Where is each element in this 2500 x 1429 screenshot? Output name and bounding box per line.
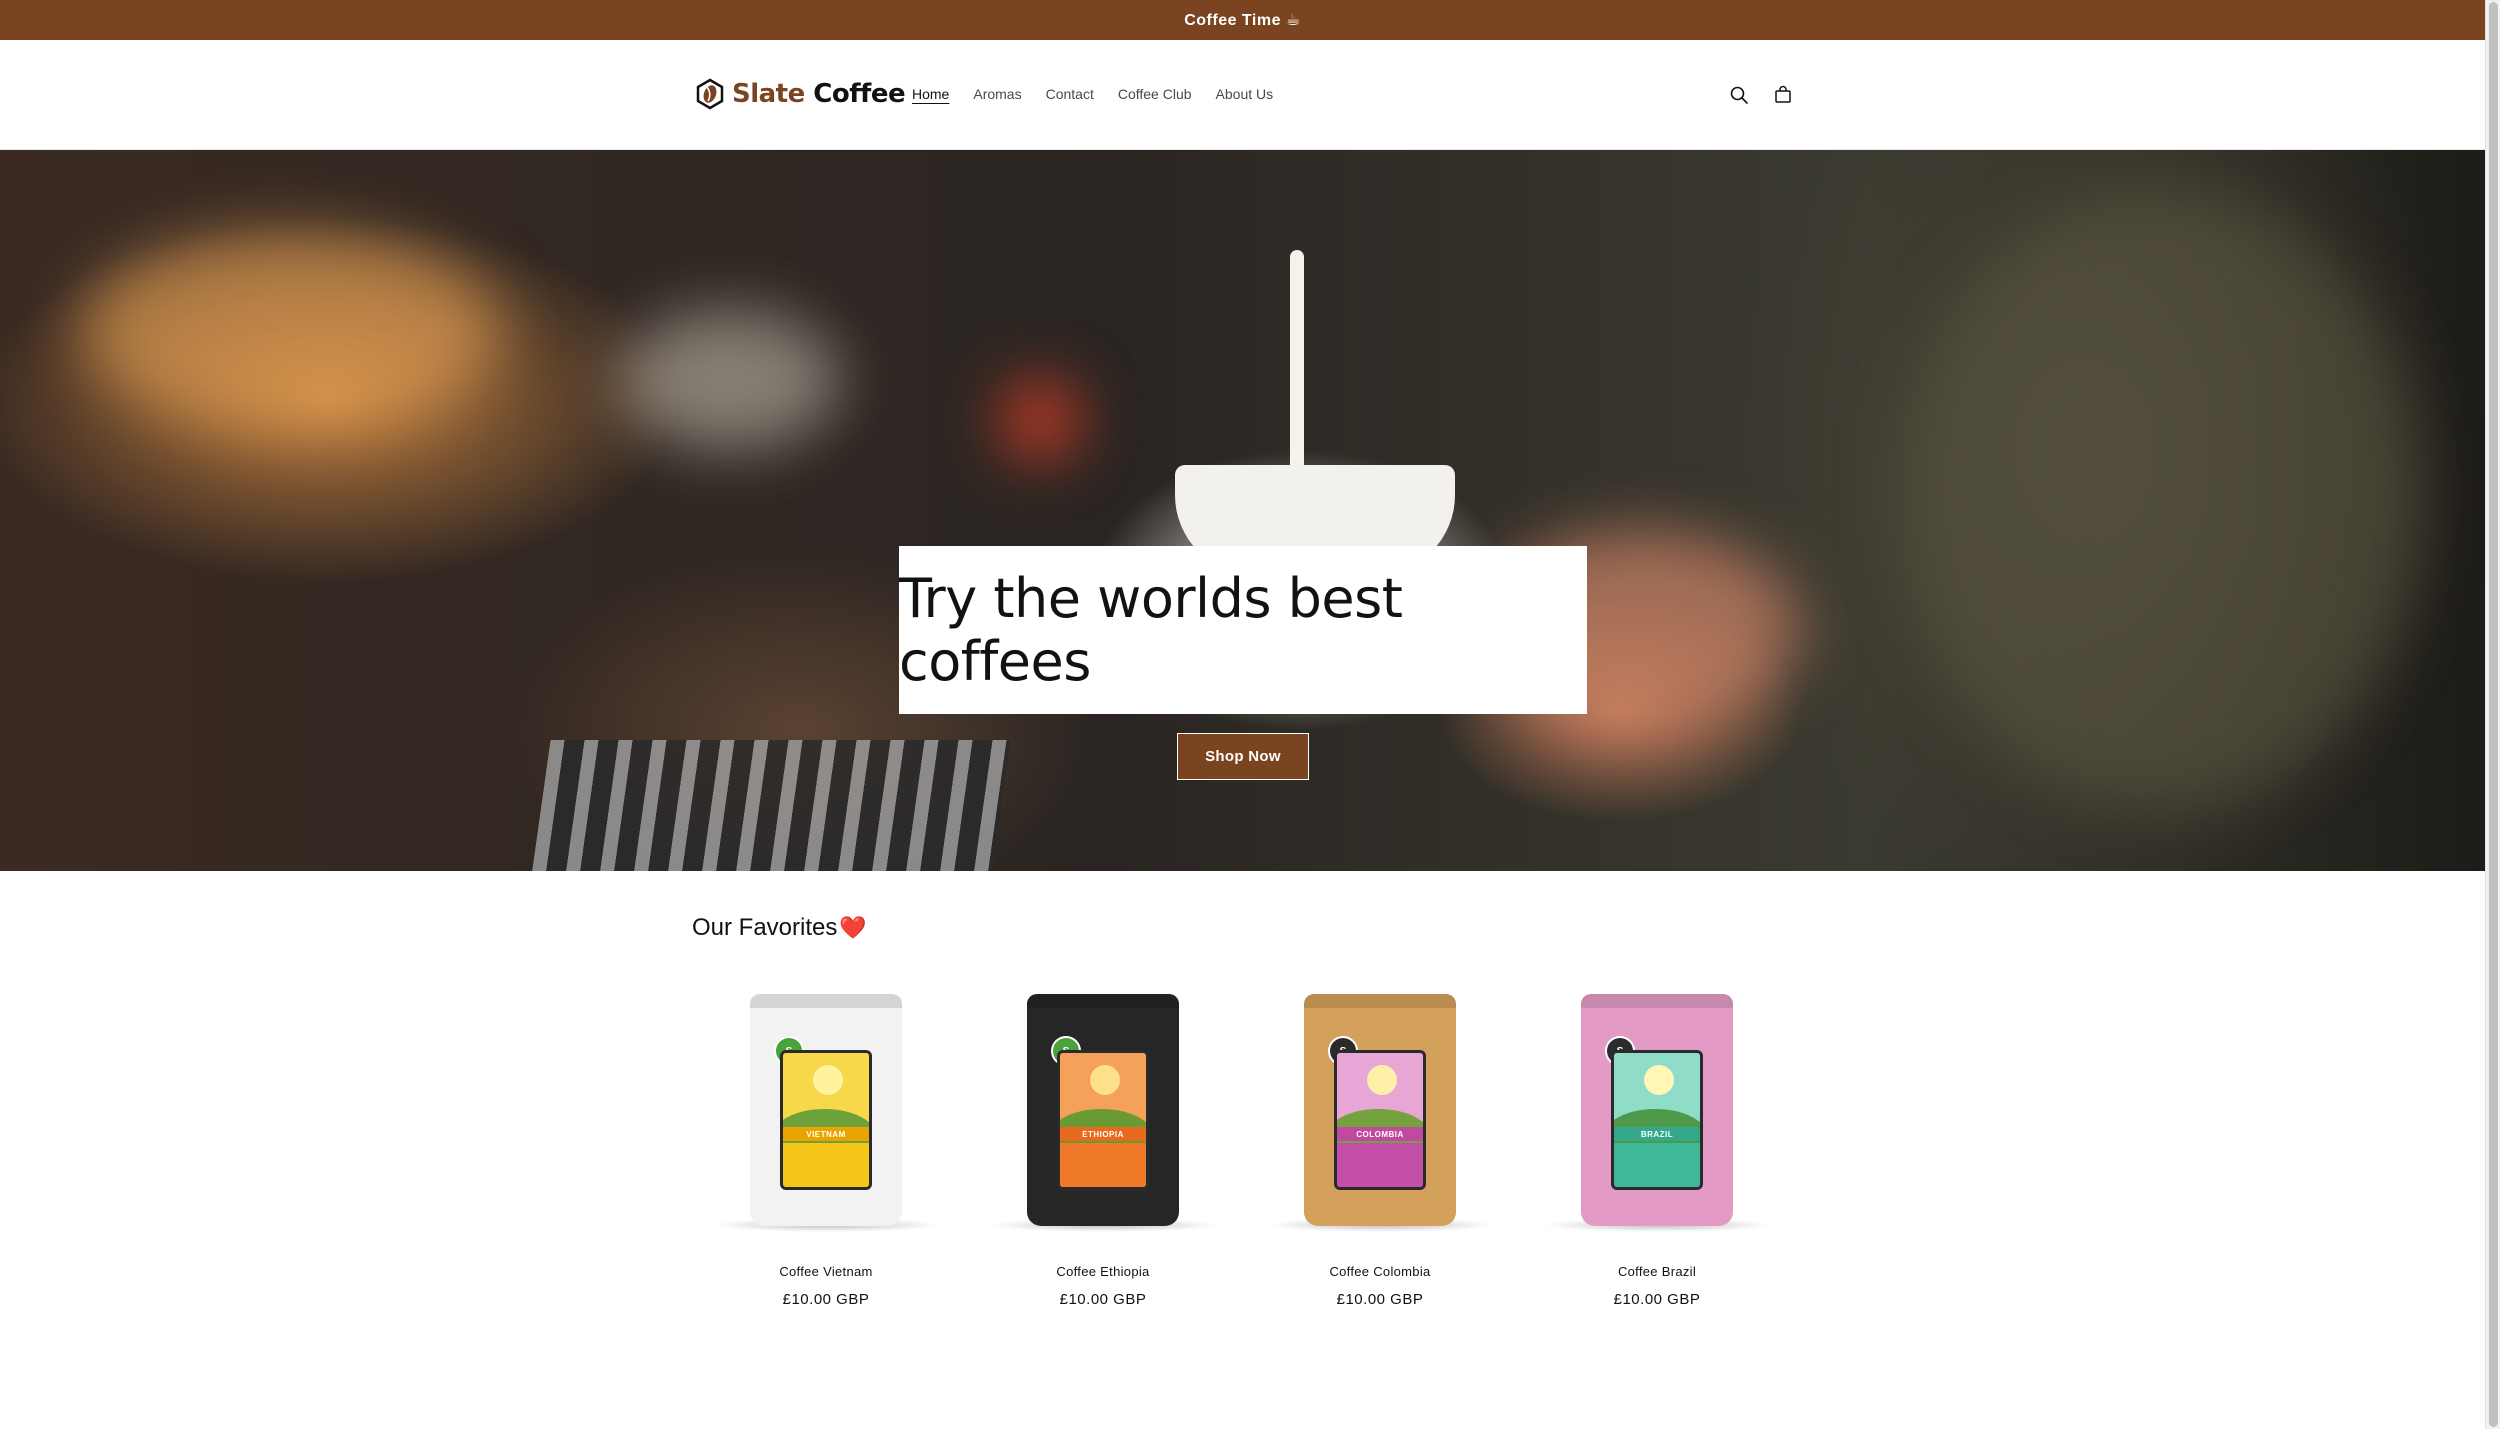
product-image[interactable]: S BRAZIL	[1523, 990, 1791, 1240]
hero-drip-tray	[529, 740, 1011, 871]
logo-brand-accent: Slate	[732, 79, 805, 109]
bag-label: BRAZIL	[1611, 1050, 1703, 1190]
product-card[interactable]: S VIETNAM Coffee Vietnam £10.00 GBP	[692, 990, 960, 1308]
product-card[interactable]: S BRAZIL Coffee Brazil £10.00 GBP	[1523, 990, 1791, 1308]
product-image[interactable]: S VIETNAM	[692, 990, 960, 1240]
bag-origin-label: ETHIOPIA	[1060, 1127, 1146, 1141]
product-card[interactable]: S COLOMBIA Coffee Colombia £10.00 GBP	[1246, 990, 1514, 1308]
cart-icon	[1775, 85, 1791, 103]
product-name[interactable]: Coffee Ethiopia	[969, 1264, 1237, 1279]
cart-button[interactable]	[1768, 80, 1798, 110]
hero-title: Try the worlds best coffees	[899, 567, 1403, 693]
product-card[interactable]: S ETHIOPIA Coffee Ethiopia £10.00 GBP	[969, 990, 1237, 1308]
logo-brand-main: Coffee	[804, 79, 906, 109]
site-header: Slate Coffee Home Aromas Contact Coffee …	[0, 40, 2485, 150]
product-image[interactable]: S COLOMBIA	[1246, 990, 1514, 1240]
main-nav: Home Aromas Contact Coffee Club About Us	[900, 82, 1285, 106]
nav-coffee-club[interactable]: Coffee Club	[1106, 82, 1204, 106]
page-scrollbar[interactable]	[2485, 0, 2500, 1429]
heart-emoji-icon: ❤️	[839, 915, 867, 940]
nav-aromas[interactable]: Aromas	[961, 82, 1033, 106]
coffee-bag: S VIETNAM	[750, 994, 902, 1226]
hero-apron	[1900, 190, 2420, 810]
product-price: £10.00 GBP	[1336, 1291, 1424, 1308]
bag-label: VIETNAM	[780, 1050, 872, 1190]
product-name[interactable]: Coffee Colombia	[1246, 1264, 1514, 1279]
nav-contact[interactable]: Contact	[1034, 82, 1106, 106]
hero-bokeh	[620, 310, 840, 450]
logo-wordmark: Slate Coffee	[732, 79, 906, 109]
bag-origin-label: COLOMBIA	[1337, 1127, 1423, 1141]
product-name[interactable]: Coffee Brazil	[1523, 1264, 1791, 1279]
announcement-text: Coffee Time ☕	[1184, 12, 1301, 29]
bag-label: ETHIOPIA	[1057, 1050, 1149, 1190]
coffee-bag: S ETHIOPIA	[1027, 994, 1179, 1226]
coffee-bag: S COLOMBIA	[1304, 994, 1456, 1226]
search-button[interactable]	[1724, 80, 1754, 110]
nav-home[interactable]: Home	[900, 82, 961, 106]
hero-banner: Try the worlds best coffees Shop Now	[0, 150, 2485, 871]
favorites-title-text: Our Favorites	[692, 914, 838, 941]
nav-about-us[interactable]: About Us	[1204, 82, 1286, 106]
product-image[interactable]: S ETHIOPIA	[969, 990, 1237, 1240]
bag-origin-label: BRAZIL	[1614, 1127, 1700, 1141]
product-price: £10.00 GBP	[1613, 1291, 1701, 1308]
coffee-bag: S BRAZIL	[1581, 994, 1733, 1226]
product-name[interactable]: Coffee Vietnam	[692, 1264, 960, 1279]
hero-headline-box: Try the worlds best coffees	[899, 546, 1587, 714]
site-logo[interactable]: Slate Coffee	[694, 74, 906, 114]
announcement-bar: Coffee Time ☕	[0, 0, 2485, 40]
scrollbar-thumb[interactable]	[2489, 2, 2498, 1427]
product-price: £10.00 GBP	[782, 1291, 870, 1308]
hero-bokeh	[80, 230, 500, 430]
bag-origin-label: VIETNAM	[783, 1127, 869, 1141]
shop-now-button[interactable]: Shop Now	[1177, 733, 1309, 780]
search-icon	[1730, 86, 1748, 104]
coffee-bean-logo-icon	[696, 78, 724, 110]
product-price: £10.00 GBP	[1059, 1291, 1147, 1308]
favorites-title: Our Favorites ❤️	[692, 914, 867, 942]
bag-label: COLOMBIA	[1334, 1050, 1426, 1190]
hero-bokeh	[1000, 380, 1080, 460]
